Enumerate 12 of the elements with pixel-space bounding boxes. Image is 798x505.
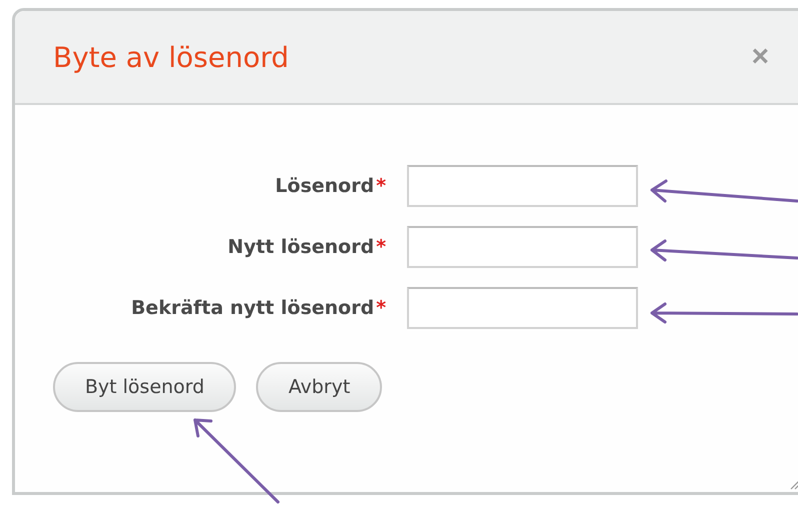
- required-mark: *: [376, 297, 386, 319]
- dialog-button[interactable]: Byt lösenord: [53, 362, 236, 412]
- password-field[interactable]: [407, 226, 638, 268]
- required-mark: *: [376, 236, 386, 258]
- dialog-title: Byte av lösenord: [53, 40, 289, 74]
- field-label: Lösenord*: [274, 175, 386, 197]
- field-label: Bekräfta nytt lösenord*: [130, 297, 386, 319]
- field-label: Nytt lösenord*: [226, 236, 386, 258]
- password-field[interactable]: [407, 165, 638, 207]
- password-field[interactable]: [407, 287, 638, 329]
- required-mark: *: [376, 175, 386, 197]
- dialog-button[interactable]: Avbryt: [256, 362, 382, 412]
